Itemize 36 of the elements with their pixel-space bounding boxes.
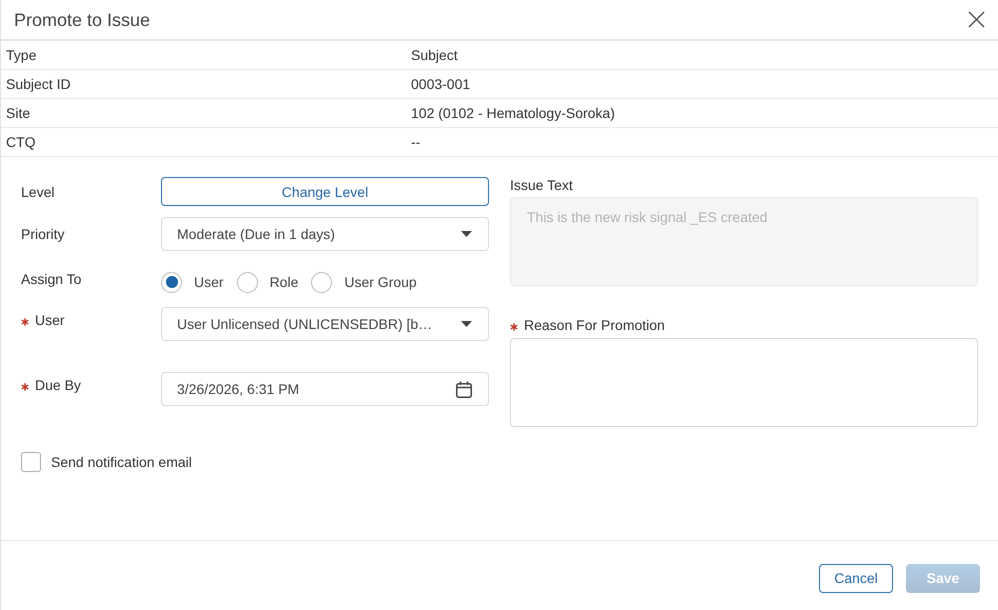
summary-value: 0003-001: [410, 76, 472, 92]
close-button[interactable]: [966, 9, 987, 30]
caret-icon: [461, 231, 472, 237]
dialog-title: Promote to Issue: [14, 8, 150, 30]
field-label: Priority: [21, 226, 65, 242]
summary-label: Site: [5, 105, 32, 121]
secondary-button[interactable]: Cancel: [819, 564, 893, 592]
dropdown-field[interactable]: User Unlicensed (UNLICENSEDBR) [b…: [161, 307, 489, 341]
change-level-button[interactable]: Change Level: [161, 177, 489, 206]
checkbox-label: Send notification email: [51, 454, 192, 470]
radio-button[interactable]: [311, 272, 332, 292]
summary-label: CTQ: [5, 134, 37, 150]
summary-label: Type: [5, 47, 38, 63]
radio-label: User Group: [344, 274, 417, 290]
radio-button[interactable]: [236, 272, 258, 292]
field-label: Issue Text: [510, 177, 573, 193]
checkbox[interactable]: [21, 452, 41, 472]
date-field[interactable]: 3/26/2026, 6:31 PM: [161, 372, 489, 406]
field-label: User: [35, 312, 65, 328]
caret-icon: [461, 321, 472, 327]
summary-value: --: [410, 134, 422, 150]
summary-value: 102 (0102 - Hematology-Soroka): [410, 105, 616, 121]
close-icon: [968, 11, 985, 28]
calendar-icon: [456, 380, 472, 398]
summary-value: Subject: [410, 47, 459, 63]
summary-label: Subject ID: [5, 76, 72, 92]
dropdown-field[interactable]: Moderate (Due in 1 days): [161, 217, 489, 251]
radio-button[interactable]: [161, 272, 182, 292]
issue-text-area: This is the new risk signal _ES created: [510, 197, 978, 286]
reason-text-area[interactable]: [510, 338, 978, 427]
field-label: Assign To: [21, 271, 82, 287]
field-label: Level: [21, 184, 54, 200]
field-label: Due By: [35, 377, 81, 393]
radio-label: Role: [270, 274, 298, 290]
field-label: Reason For Promotion: [524, 317, 665, 333]
radio-label: User: [194, 274, 224, 290]
